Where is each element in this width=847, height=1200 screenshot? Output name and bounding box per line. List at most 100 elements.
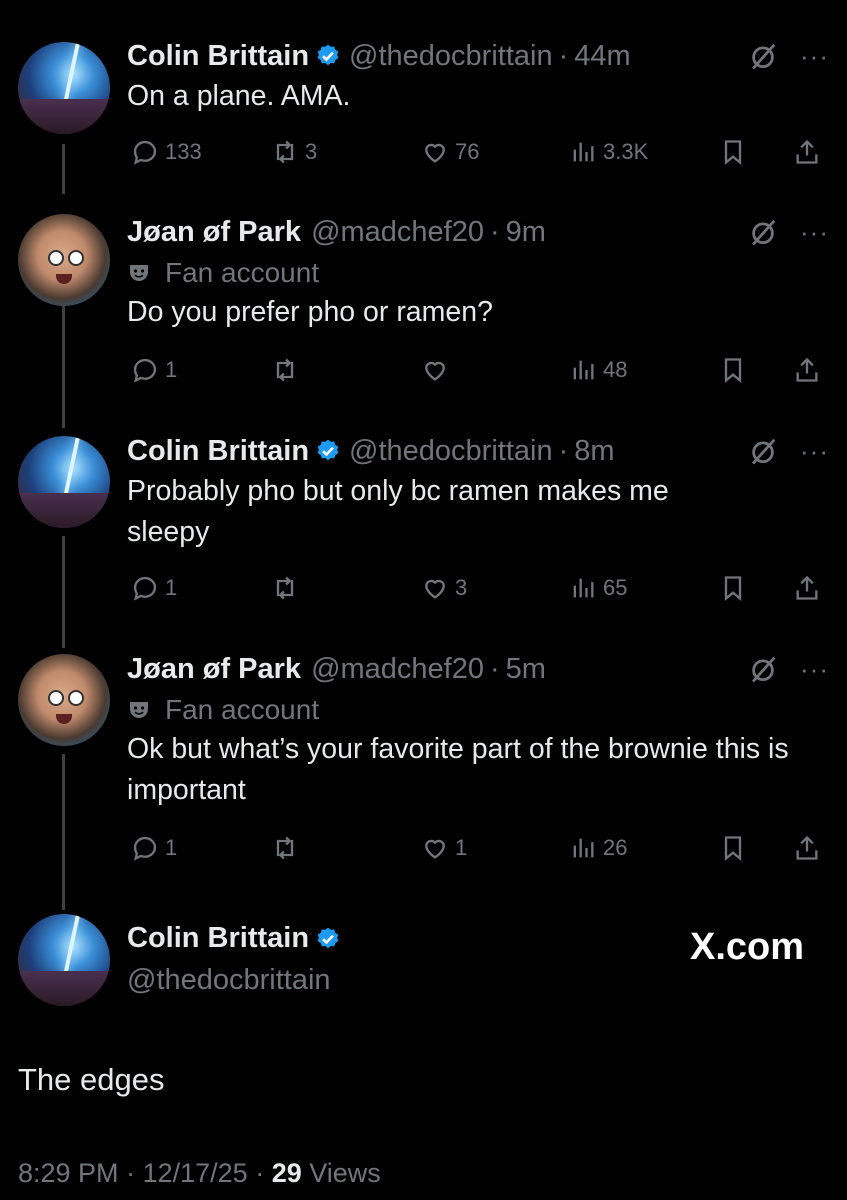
avatar-mouth xyxy=(56,274,72,284)
author-handle[interactable]: @thedocbrittain xyxy=(349,40,553,73)
share-button[interactable] xyxy=(793,350,821,390)
views-button[interactable]: 26 xyxy=(569,828,627,868)
reply-button[interactable]: 133 xyxy=(131,132,202,172)
avatar[interactable] xyxy=(18,654,110,746)
verified-badge-icon xyxy=(317,927,339,948)
grok-icon[interactable] xyxy=(748,41,778,71)
grok-icon[interactable] xyxy=(748,654,778,684)
author-name[interactable]: Jøan øf Park xyxy=(127,653,301,686)
tweet: Colin Brittain @thedocbrittain · 8m ··· … xyxy=(127,433,829,553)
separator: · xyxy=(126,1158,143,1188)
more-icon[interactable]: ··· xyxy=(800,219,829,245)
avatar[interactable] xyxy=(18,914,110,1006)
heart-icon xyxy=(425,361,445,381)
verified-badge-icon xyxy=(317,44,339,66)
views-count: 29 xyxy=(271,1158,302,1188)
repost-button[interactable] xyxy=(271,828,305,868)
views-button[interactable]: 65 xyxy=(569,568,627,608)
tweet-time[interactable]: 9m xyxy=(506,216,546,249)
thread-line xyxy=(62,536,65,648)
repost-icon xyxy=(276,576,294,600)
tweet-time[interactable]: 5m xyxy=(506,653,546,686)
view-count: 65 xyxy=(603,575,628,600)
reply-count: 133 xyxy=(165,139,202,164)
like-button[interactable]: 1 xyxy=(421,828,467,868)
more-icon[interactable]: ··· xyxy=(800,43,829,69)
bookmark-button[interactable] xyxy=(719,132,747,172)
views-button[interactable]: 3.3K xyxy=(569,132,648,172)
bookmark-button[interactable] xyxy=(719,568,747,608)
tweet-time[interactable]: 44m xyxy=(574,40,630,73)
thread-line xyxy=(62,754,65,910)
tweet: Jøan øf Park @madchef20 · 5m ··· Fan acc… xyxy=(127,651,829,811)
tweet-text: On a plane. AMA. xyxy=(127,80,351,112)
separator: · xyxy=(558,434,569,467)
thread-line xyxy=(62,144,65,194)
reply-button[interactable]: 1 xyxy=(131,568,177,608)
bookmark-icon xyxy=(724,358,742,383)
avatar[interactable] xyxy=(18,42,110,134)
share-button[interactable] xyxy=(793,132,821,172)
heart-icon xyxy=(425,839,445,859)
more-icon[interactable]: ··· xyxy=(800,656,829,682)
tweet-text: Ok but what’s your favorite part of the … xyxy=(127,733,789,806)
share-button[interactable] xyxy=(793,828,821,868)
views-icon xyxy=(573,360,594,380)
tweet: Jøan øf Park @madchef20 · 9m ··· Fan acc… xyxy=(127,214,829,333)
author-name[interactable]: Colin Brittain xyxy=(127,922,309,955)
like-button[interactable]: 76 xyxy=(421,132,479,172)
heart-icon xyxy=(425,579,445,599)
avatar[interactable] xyxy=(18,214,110,306)
repost-button[interactable]: 3 xyxy=(271,132,317,172)
author-name[interactable]: Colin Brittain xyxy=(127,40,309,73)
view-count: 48 xyxy=(603,357,628,382)
avatar-eye xyxy=(48,250,64,266)
tweet-date[interactable]: 12/17/25 xyxy=(143,1158,248,1188)
like-button[interactable]: 3 xyxy=(421,568,467,608)
separator: · xyxy=(558,39,569,72)
author-handle[interactable]: @thedocbrittain xyxy=(349,435,553,468)
share-icon xyxy=(796,139,818,164)
share-icon xyxy=(796,575,818,600)
author-handle[interactable]: @thedocbrittain xyxy=(127,964,331,997)
author-name[interactable]: Colin Brittain xyxy=(127,435,309,468)
view-count: 3.3K xyxy=(603,139,649,164)
author-handle[interactable]: @madchef20 xyxy=(311,216,484,249)
repost-button[interactable] xyxy=(271,568,305,608)
bookmark-button[interactable] xyxy=(719,828,747,868)
share-icon xyxy=(796,357,818,382)
more-icon[interactable]: ··· xyxy=(800,438,829,464)
author-name[interactable]: Jøan øf Park xyxy=(127,216,301,249)
reply-icon xyxy=(133,576,157,601)
fan-account-label: Fan account xyxy=(165,257,320,288)
tweet: Colin Brittain @thedocbrittain · 44m ···… xyxy=(127,38,829,117)
reply-count: 1 xyxy=(165,575,178,600)
verified-badge-icon xyxy=(317,439,339,461)
x-com-logo[interactable]: X.com xyxy=(690,926,804,969)
bookmark-button[interactable] xyxy=(719,350,747,390)
repost-icon xyxy=(276,358,294,382)
avatar-eye xyxy=(68,690,84,706)
author-handle[interactable]: @madchef20 xyxy=(311,653,484,686)
views-button[interactable]: 48 xyxy=(569,350,627,390)
reply-count: 1 xyxy=(165,835,178,860)
like-button[interactable] xyxy=(421,350,455,390)
avatar-mouth xyxy=(56,714,72,724)
tweet-time[interactable]: 8m xyxy=(574,435,614,468)
focused-author-name[interactable]: Colin Brittain xyxy=(127,922,349,955)
tweet-actions: 1 3 65 xyxy=(127,568,829,608)
tweet-timestamp[interactable]: 8:29 PM xyxy=(18,1158,119,1188)
heart-icon xyxy=(425,143,445,163)
reply-button[interactable]: 1 xyxy=(131,350,177,390)
share-button[interactable] xyxy=(793,568,821,608)
views-icon xyxy=(573,838,594,858)
avatar[interactable] xyxy=(18,436,110,528)
fan-account-label: Fan account xyxy=(165,694,320,725)
bookmark-icon xyxy=(724,576,742,601)
repost-button[interactable] xyxy=(271,350,305,390)
tweet-text: Probably pho but only bc ramen makes me … xyxy=(127,475,669,548)
grok-icon[interactable] xyxy=(748,217,778,247)
tweet-actions: 1 48 xyxy=(127,350,829,390)
reply-button[interactable]: 1 xyxy=(131,828,177,868)
grok-icon[interactable] xyxy=(748,436,778,466)
